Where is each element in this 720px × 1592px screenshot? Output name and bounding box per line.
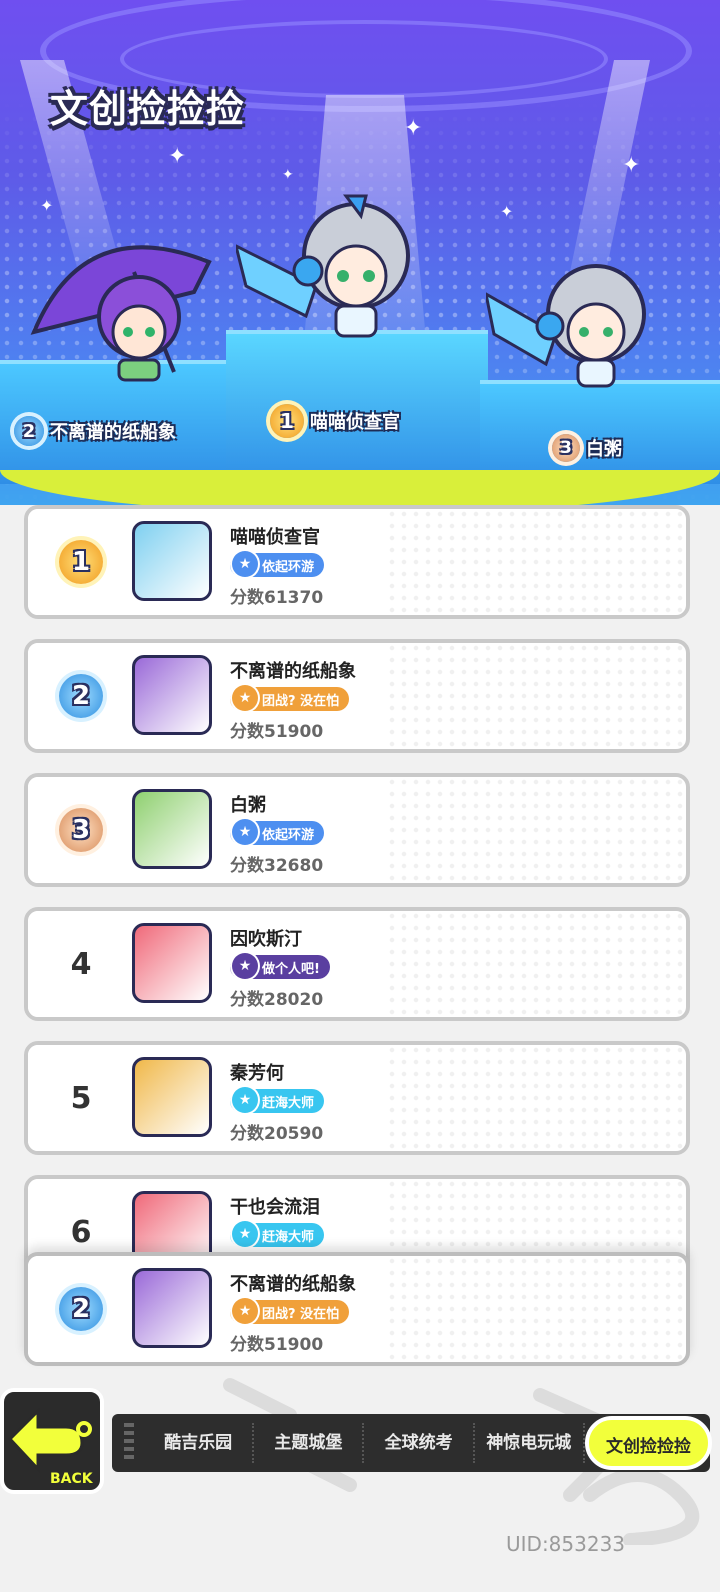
rank-badge-icon: 1	[270, 404, 304, 438]
player-score: 分数20590	[230, 1124, 324, 1144]
tag-label: 做个人吧!	[262, 961, 320, 977]
rank-badge-icon: 5	[59, 1076, 103, 1120]
avatar	[132, 789, 212, 869]
header-banner: 文创捡捡捡 ✦ ✦ ✦ ✦ ✦ ✦ ✦ 2 不离谱的纸船象	[0, 0, 720, 505]
player-score: 分数51900	[230, 722, 324, 742]
podium-second-label: 2 不离谱的纸船象	[14, 416, 176, 446]
tab-kuji-park[interactable]: 酷吉乐园	[144, 1423, 255, 1463]
character-first-avatar	[236, 194, 410, 338]
player-score: 分数61370	[230, 588, 324, 608]
character-third-avatar	[486, 264, 646, 388]
sparkle-icon: ✦	[622, 153, 641, 178]
podium-first-name: 喵喵侦查官	[310, 412, 400, 433]
tag-icon: ★	[232, 551, 258, 577]
podium-third	[480, 380, 720, 484]
leaderboard-row[interactable]: 3 白粥 ★ 依起环游分数32680	[24, 773, 690, 887]
rank-badge-icon: 4	[59, 942, 103, 986]
back-label: BACK	[50, 1471, 94, 1487]
sparkle-icon: ✦	[404, 116, 423, 141]
avatar	[132, 655, 212, 735]
tab-global-exam[interactable]: 全球统考	[364, 1423, 475, 1463]
avatar	[132, 1268, 212, 1348]
rank-slot: 4	[46, 929, 116, 999]
tab-arcade[interactable]: 神惊电玩城	[475, 1423, 585, 1463]
player-name: 不离谱的纸船象	[230, 661, 356, 682]
sparkle-icon: ✦	[168, 144, 187, 169]
rank-badge-wrap: 5	[46, 1063, 116, 1133]
tag-label: 团战? 没在怕	[262, 693, 340, 709]
rank-slot: 5	[46, 1063, 116, 1133]
tabbar-stripe	[124, 1423, 134, 1463]
rank-badge-wrap: 1	[46, 527, 116, 597]
tab-theme-castle[interactable]: 主题城堡	[254, 1423, 365, 1463]
back-arrow-icon: BACK	[7, 1407, 94, 1487]
my-rank-row[interactable]: 2 不离谱的纸船象 ★ 团战? 没在怕分数51900	[24, 1252, 690, 1366]
page-title: 文创捡捡捡	[50, 87, 246, 131]
title-tag: ★ 依起环游	[230, 819, 325, 845]
title-tag: ★ 赶海大师	[230, 1221, 325, 1247]
tag-label: 依起环游	[262, 559, 315, 575]
rank-badge-wrap: 4	[46, 929, 116, 999]
rank-badge-wrap: 2	[46, 661, 116, 731]
rank-badge-icon: 3	[59, 808, 103, 852]
user-id: UID:853233	[506, 1532, 626, 1556]
leaderboard-row[interactable]: 5 秦芳何 ★ 赶海大师分数20590	[24, 1041, 690, 1155]
title-tag: ★ 赶海大师	[230, 1087, 325, 1113]
rank-slot: 2	[46, 1274, 116, 1344]
tag-label: 赶海大师	[262, 1229, 315, 1245]
tag-label: 依起环游	[262, 827, 315, 843]
podium-first-label: 1 喵喵侦查官	[270, 404, 400, 438]
rank-badge-icon: 2	[59, 674, 103, 718]
tab-bar: 酷吉乐园 主题城堡 全球统考 神惊电玩城 文创捡捡捡	[112, 1414, 712, 1472]
podium-third-label: 3 白粥	[552, 434, 622, 462]
player-name: 不离谱的纸船象	[230, 1274, 356, 1295]
tab-wenchuang[interactable]: 文创捡捡捡	[584, 1416, 712, 1470]
rank-slot: 2	[46, 661, 116, 731]
tag-icon: ★	[232, 1087, 258, 1113]
leaderboard-row[interactable]: 4 因吹斯汀 ★ 做个人吧! 分数28020	[24, 907, 690, 1021]
player-score: 分数51900	[230, 1335, 324, 1355]
leaderboard-row[interactable]: 2 不离谱的纸船象 ★ 团战? 没在怕分数51900	[24, 639, 690, 753]
avatar	[132, 923, 212, 1003]
player-name: 喵喵侦查官	[230, 527, 320, 548]
title-tag: ★ 团战? 没在怕	[230, 1298, 350, 1324]
avatar	[132, 521, 212, 601]
tag-icon: ★	[232, 685, 258, 711]
leaderboard-row[interactable]: 1 喵喵侦查官 ★ 依起环游分数61370	[24, 505, 690, 619]
rank-slot: 1	[46, 527, 116, 597]
player-name: 秦芳何	[230, 1063, 284, 1084]
back-button[interactable]: BACK	[0, 1388, 104, 1494]
rank-badge-icon: 3	[552, 434, 580, 462]
sparkle-icon: ✦	[500, 202, 514, 221]
player-score: 分数28020	[230, 990, 324, 1010]
player-name: 因吹斯汀	[230, 929, 302, 950]
rank-badge-wrap: 3	[46, 795, 116, 865]
tag-icon: ★	[232, 1298, 258, 1324]
tag-icon: ★	[232, 1221, 258, 1247]
avatar	[132, 1057, 212, 1137]
player-score: 分数32680	[230, 856, 324, 876]
title-tag: ★ 团战? 没在怕	[230, 685, 350, 711]
player-name: 干也会流泪	[230, 1197, 320, 1218]
player-name: 白粥	[230, 795, 266, 816]
rank-badge-icon: 6	[59, 1210, 103, 1254]
rank-badge-icon: 2	[14, 416, 44, 446]
character-second-avatar	[30, 245, 212, 382]
sparkle-icon: ✦	[40, 196, 54, 215]
slime-divider	[0, 470, 720, 505]
title-tag: ★ 做个人吧!	[230, 953, 330, 979]
rank-slot: 3	[46, 795, 116, 865]
tag-label: 赶海大师	[262, 1095, 315, 1111]
podium-second-name: 不离谱的纸船象	[50, 422, 176, 443]
tag-icon: ★	[232, 953, 258, 979]
podium-third-name: 白粥	[586, 439, 622, 460]
rank-badge-icon: 1	[59, 540, 103, 584]
rank-badge-wrap: 2	[46, 1274, 116, 1344]
tag-label: 团战? 没在怕	[262, 1306, 340, 1322]
tag-icon: ★	[232, 819, 258, 845]
rank-badge-icon: 2	[59, 1287, 103, 1331]
title-tag: ★ 依起环游	[230, 551, 325, 577]
